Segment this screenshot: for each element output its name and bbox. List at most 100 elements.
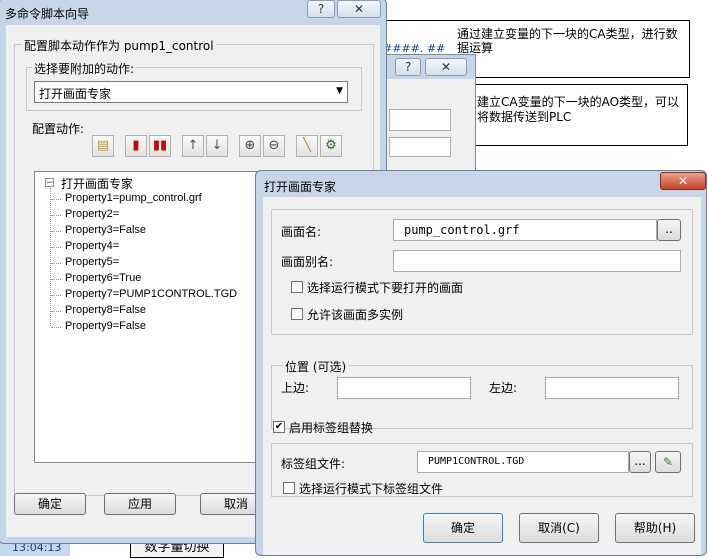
screen-name-label: 画面名: [281,225,322,239]
enable-tag-label: 启用标签组替换 [289,421,374,435]
cancel-label: 取消(C) [538,521,580,535]
delete-all-icon[interactable]: ▮▮ [149,135,171,157]
tree-item-label: Property7=PUMP1CONTROL.TGD [65,288,238,300]
tree-item[interactable]: Property9=False [51,320,147,332]
tree-item[interactable]: Property5= [51,256,120,268]
background-note-1: 通过建立变量的下一块的CA类型，进行数据运算 [457,27,678,55]
help-icon: ? [404,60,412,74]
close-icon: ✕ [440,60,452,74]
note-icon[interactable]: ▤ [92,135,114,157]
tree-connector [51,263,61,264]
wizard-title: 多命令脚本向导 [5,7,90,21]
browse-label: .. [665,222,673,236]
tree-connector [51,215,61,216]
tree-connector [51,247,61,248]
tree-item[interactable]: Property2= [51,208,120,220]
tree-item[interactable]: Property7=PUMP1CONTROL.TGD [51,288,238,300]
tag-file-label: 标签组文件: [281,457,346,471]
move-up-icon[interactable]: ↑ [182,135,204,157]
screen-name-field[interactable]: pump_control.grf [393,219,657,241]
position-group-label: 位置 (可选) [283,358,349,375]
middle-help-button[interactable]: ? [395,58,421,76]
enable-tag-checkbox[interactable]: ✔ [273,421,285,433]
wand-icon[interactable]: ╲ [296,135,318,157]
cut-icon[interactable]: ⊕ [239,135,261,157]
tree-item-label: Property6=True [65,272,142,284]
move-down-icon[interactable]: ↓ [206,135,228,157]
tag-file-value: PUMP1CONTROL.TGD [428,456,525,467]
cancel-label: 取消 [223,497,248,511]
tree-connector [51,295,61,296]
middle-close-button[interactable]: ✕ [425,58,467,76]
settings-icon[interactable]: ⚙ [320,135,342,157]
tree-item-label: Property9=False [65,320,147,332]
left-label: 左边: [489,381,518,395]
tree-connector [51,199,61,200]
multi-instance-label: 允许该画面多实例 [307,308,404,322]
runtime-tag-checkbox[interactable] [283,482,295,494]
middle-field-1[interactable] [389,109,451,131]
screen-browse-button[interactable]: .. [657,219,681,241]
tree-item-label: Property8=False [65,304,147,316]
wizard-close-button[interactable]: ✕ [337,0,381,18]
tree-item[interactable]: Property8=False [51,304,147,316]
multi-instance-checkbox[interactable] [291,308,303,320]
wizard-config-label: 配置脚本动作作为 pump1_control [22,37,216,54]
background-note-box-2: 建立CA变量的下一块的AO类型，可以将数据传送到PLC [466,84,688,146]
help-icon: ? [317,2,325,16]
tree-connector [51,327,61,328]
expert-body: 画面名: pump_control.grf .. 画面别名: 选择运行模式下要打… [263,197,701,555]
middle-dialog: ? ✕ [376,54,476,174]
tree-item[interactable]: Property6=True [51,272,142,284]
apply-label: 应用 [127,497,152,511]
expert-ok-button[interactable]: 确定 [423,513,503,543]
runtime-tag-label: 选择运行模式下标签组文件 [299,482,444,496]
middle-field-2[interactable] [389,137,451,157]
wizard-help-button[interactable]: ? [307,0,335,18]
expert-dialog: 打开画面专家 ✕ 画面名: pump_control.grf .. 画面别名: … [255,170,707,556]
tree-item[interactable]: Property3=False [51,224,147,236]
tag-file-field[interactable]: PUMP1CONTROL.TGD [417,451,629,473]
browse-label: ... [634,454,646,468]
runtime-select-checkbox[interactable] [291,281,303,293]
close-icon: ✕ [677,174,689,188]
tree-item-label: Property1=pump_control.grf [65,192,202,204]
expert-help-button[interactable]: 帮助(H) [615,513,695,543]
tree-expander[interactable]: − [45,178,54,188]
left-field[interactable] [545,377,679,399]
tree-root[interactable]: 打开画面专家 [61,175,133,192]
top-field[interactable] [337,377,471,399]
paste-icon[interactable]: ⊖ [263,135,285,157]
tree-item-label: Property5= [65,256,120,268]
expert-title: 打开画面专家 [264,180,337,194]
ok-label: 确定 [450,521,475,535]
tree-item[interactable]: Property1=pump_control.grf [51,192,202,204]
action-dropdown[interactable]: 打开画面专家 ▼ [34,81,348,103]
screen-alias-label: 画面别名: [281,255,334,269]
delete-icon[interactable]: ▮ [125,135,147,157]
tree-item-label: Property2= [65,208,120,220]
action-dropdown-value: 打开画面专家 [39,87,112,101]
tree-item-label: Property4= [65,240,120,252]
screen-name-value: pump_control.grf [404,223,520,237]
tree-item-label: Property3=False [65,224,147,236]
wizard-ok-button[interactable]: 确定 [14,493,86,515]
screen-alias-field[interactable] [393,250,681,272]
close-icon: ✕ [353,2,365,16]
tree-connector [51,311,61,312]
tree-connector [51,279,61,280]
help-label: 帮助(H) [633,521,677,535]
expert-cancel-button[interactable]: 取消(C) [519,513,599,543]
tag-browse-button[interactable]: ... [629,451,651,473]
wizard-apply-button[interactable]: 应用 [104,493,176,515]
tag-tool-icon: ✎ [662,455,674,469]
tag-tool-button[interactable]: ✎ [655,451,681,473]
tree-line [50,188,51,326]
runtime-select-label: 选择运行模式下要打开的画面 [307,281,464,295]
select-action-label: 选择要附加的动作: [32,60,137,77]
expert-close-button[interactable]: ✕ [660,172,706,190]
tree-item[interactable]: Property4= [51,240,120,252]
background-note-2: 建立CA变量的下一块的AO类型，可以将数据传送到PLC [477,95,680,124]
tree-connector [51,231,61,232]
config-actions-label: 配置动作: [32,122,85,136]
